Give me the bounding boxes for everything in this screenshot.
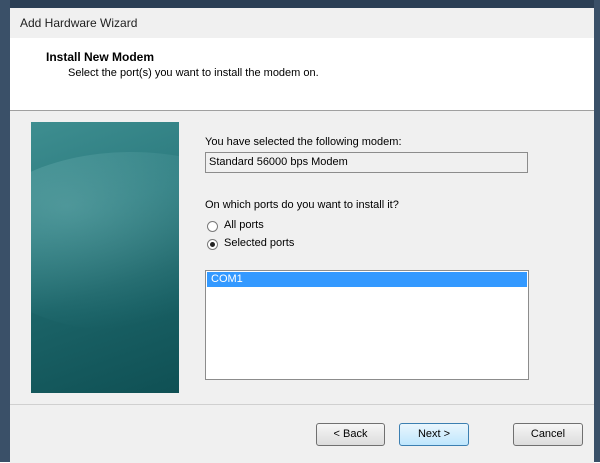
cancel-button[interactable]: Cancel — [513, 423, 583, 446]
wizard-footer: < Back Next > Cancel — [10, 404, 594, 463]
watermark-swoosh — [31, 152, 179, 332]
selected-ports-radio[interactable] — [207, 239, 218, 250]
selected-modem-label: You have selected the following modem: — [205, 136, 402, 148]
wizard-body: You have selected the following modem: S… — [10, 111, 594, 404]
page-subtitle: Select the port(s) you want to install t… — [68, 67, 319, 79]
selected-modem-value: Standard 56000 bps Modem — [209, 156, 348, 168]
selected-modem-field: Standard 56000 bps Modem — [205, 152, 528, 173]
title-bar[interactable]: Add Hardware Wizard — [10, 8, 594, 38]
selected-ports-label[interactable]: Selected ports — [224, 237, 294, 249]
ports-question-label: On which ports do you want to install it… — [205, 199, 399, 211]
page-title: Install New Modem — [46, 50, 155, 64]
window-frame-right — [594, 0, 600, 462]
port-list-item-label: COM1 — [211, 273, 243, 285]
window-frame-left — [0, 0, 10, 462]
all-ports-radio[interactable] — [207, 221, 218, 232]
window-title: Add Hardware Wizard — [20, 16, 138, 30]
all-ports-label[interactable]: All ports — [224, 219, 264, 231]
wizard-watermark-image — [31, 122, 179, 393]
port-list-item[interactable]: COM1 — [207, 272, 527, 287]
next-button[interactable]: Next > — [399, 423, 469, 446]
wizard-window: Add Hardware Wizard Install New Modem Se… — [10, 8, 594, 463]
back-button[interactable]: < Back — [316, 423, 385, 446]
port-list[interactable]: COM1 — [205, 270, 529, 380]
wizard-header: Install New Modem Select the port(s) you… — [10, 38, 594, 111]
